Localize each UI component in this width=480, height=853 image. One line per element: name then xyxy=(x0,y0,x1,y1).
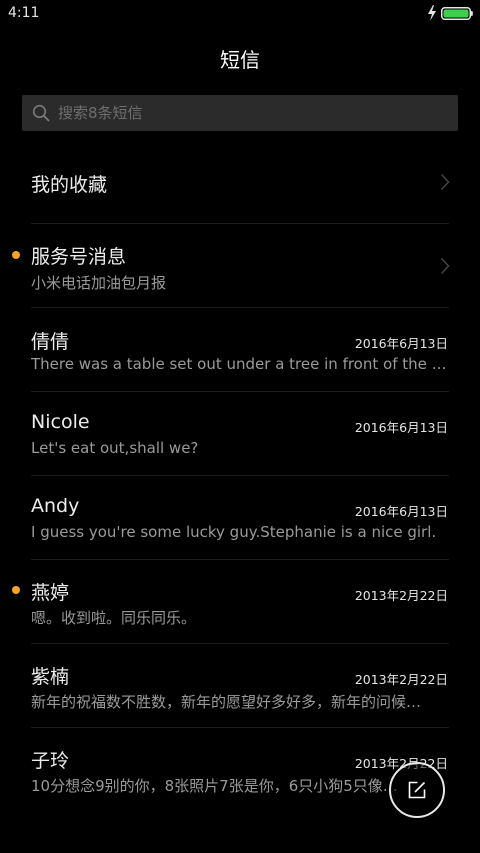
service-messages-row[interactable]: 服务号消息 小米电话加油包月报 xyxy=(0,224,480,308)
conversation-list: 我的收藏 服务号消息 小米电话加油包月报 倩倩 2016年6月13日 There… xyxy=(0,140,480,812)
message-date: 2013年2月22日 xyxy=(354,672,448,687)
message-date: 2013年2月22日 xyxy=(354,588,448,603)
search-icon xyxy=(32,104,50,122)
chevron-right-icon xyxy=(440,257,450,275)
message-date: 2016年6月13日 xyxy=(354,504,448,519)
conversation-row[interactable]: Andy 2016年6月13日 I guess you're some luck… xyxy=(0,476,480,560)
contact-name: 子玲 xyxy=(31,750,70,772)
compose-icon xyxy=(408,781,426,799)
charging-icon xyxy=(428,5,436,21)
status-bar: 4:11 xyxy=(0,0,480,28)
status-time: 4:11 xyxy=(8,5,40,21)
contact-name: 燕婷 xyxy=(31,582,70,604)
conversation-row[interactable]: 倩倩 2016年6月13日 There was a table set out … xyxy=(0,308,480,392)
message-preview: 10分想念9别的你，8张照片7张是你，6只小狗5只像… xyxy=(31,777,398,795)
message-preview: There was a table set out under a tree i… xyxy=(31,355,449,373)
compose-button[interactable] xyxy=(389,762,445,818)
conversation-row[interactable]: 紫楠 2013年2月22日 新年的祝福数不胜数，新年的愿望好多好多，新年的问候… xyxy=(0,644,480,728)
message-date: 2016年6月13日 xyxy=(354,420,448,435)
battery-icon xyxy=(441,7,473,20)
favorites-label: 我的收藏 xyxy=(31,174,108,196)
contact-name: 紫楠 xyxy=(31,666,70,688)
search-box[interactable] xyxy=(22,95,458,131)
contact-name: Nicole xyxy=(31,411,90,433)
conversation-row[interactable]: 燕婷 2013年2月22日 嗯。收到啦。同乐同乐。 xyxy=(0,560,480,644)
page-title: 短信 xyxy=(220,48,260,72)
unread-dot xyxy=(12,251,20,259)
message-date: 2016年6月13日 xyxy=(354,336,448,351)
service-messages-subtitle: 小米电话加油包月报 xyxy=(31,274,167,292)
message-preview: I guess you're some lucky guy.Stephanie … xyxy=(31,523,437,541)
favorites-row[interactable]: 我的收藏 xyxy=(0,140,480,224)
unread-dot xyxy=(12,586,20,594)
message-preview: Let's eat out,shall we? xyxy=(31,439,199,457)
chevron-right-icon xyxy=(440,173,450,191)
contact-name: 倩倩 xyxy=(31,331,70,353)
conversation-row[interactable]: Nicole 2016年6月13日 Let's eat out,shall we… xyxy=(0,392,480,476)
message-preview: 新年的祝福数不胜数，新年的愿望好多好多，新年的问候… xyxy=(31,693,422,711)
contact-name: Andy xyxy=(31,495,80,517)
service-messages-label: 服务号消息 xyxy=(31,246,127,268)
message-preview: 嗯。收到啦。同乐同乐。 xyxy=(31,609,197,627)
search-input[interactable] xyxy=(58,95,448,131)
